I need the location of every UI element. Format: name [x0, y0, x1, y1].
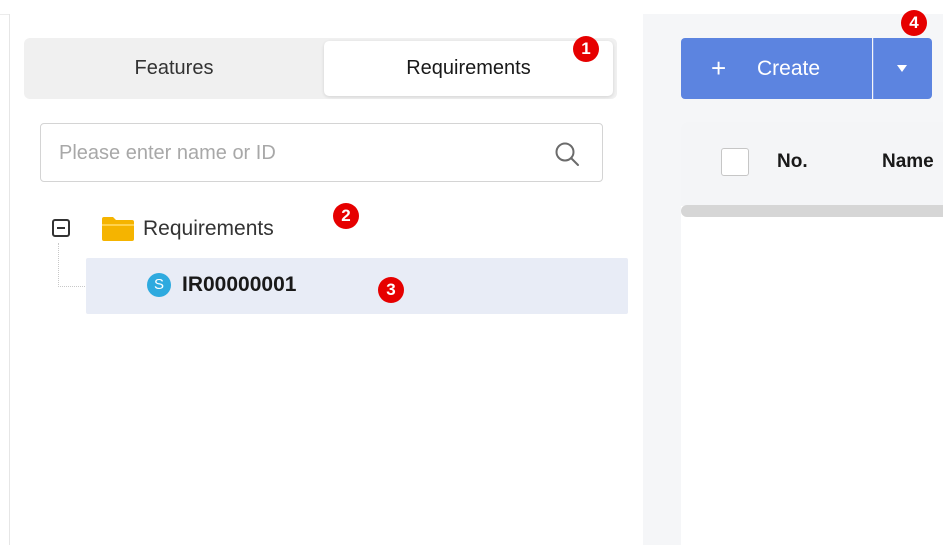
folder-icon: [102, 217, 134, 241]
requirement-type-icon: S: [147, 273, 171, 297]
step-badge-2: 2: [333, 203, 359, 229]
tree-node-requirements[interactable]: Requirements: [143, 214, 274, 244]
collapse-toggle-icon[interactable]: [52, 219, 70, 237]
column-header-name[interactable]: Name: [882, 148, 943, 176]
top-strip: [0, 0, 943, 15]
tree-node-ir00000001[interactable]: IR00000001: [182, 270, 296, 300]
search-box: [40, 123, 603, 183]
plus-icon: +: [711, 53, 727, 83]
view-tabs: Features Requirements: [24, 38, 617, 99]
column-header-no[interactable]: No.: [777, 148, 808, 176]
create-button-label: Create: [757, 57, 821, 80]
step-badge-4: 4: [901, 10, 927, 36]
tab-requirements[interactable]: Requirements: [324, 41, 613, 96]
search-input[interactable]: [57, 124, 541, 183]
select-all-checkbox[interactable]: [721, 148, 749, 176]
step-badge-3: 3: [378, 277, 404, 303]
caret-down-icon: [897, 65, 907, 72]
search-icon[interactable]: [553, 140, 581, 168]
tree-connector: [58, 243, 87, 287]
tab-features[interactable]: Features: [27, 41, 321, 96]
step-badge-1: 1: [573, 36, 599, 62]
horizontal-scrollbar[interactable]: [681, 205, 943, 217]
